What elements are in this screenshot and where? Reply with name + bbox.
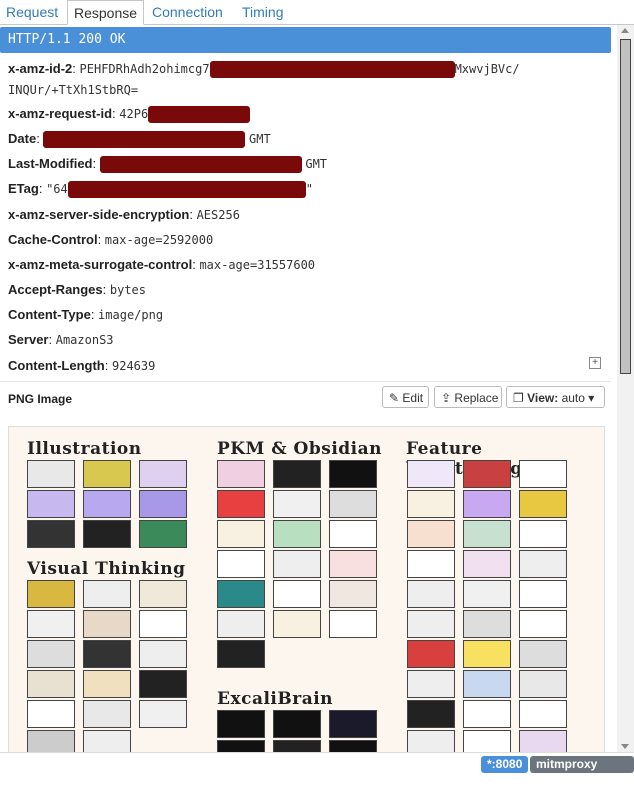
header-key: Last-Modified — [8, 156, 93, 171]
header-key: x-amz-id-2 — [8, 61, 73, 76]
view-mode-dropdown[interactable]: ❐ View: auto ▾ — [506, 386, 605, 408]
image-col1-title: Illustration — [27, 439, 142, 459]
caret-down-icon: ▾ — [588, 391, 595, 405]
response-panel: HTTP/1.1 200 OK x-amz-id-2: PEHFDRhAdh2o… — [0, 25, 617, 752]
header-row: Cache-Control: max-age=2592000 — [8, 232, 214, 247]
header-value: image/png — [98, 308, 164, 322]
header-value: AmazonS3 — [55, 333, 114, 347]
header-value: PEHFDRhAdh2ohimcg7 — [79, 62, 210, 76]
redaction — [209, 61, 455, 79]
replace-button[interactable]: ⇪ Replace — [434, 386, 502, 408]
header-value-suffix: " — [305, 182, 313, 196]
replace-label: Replace — [454, 391, 499, 405]
scroll-up-icon[interactable] — [621, 28, 629, 33]
redaction — [67, 181, 306, 199]
header-key: Content-Length — [8, 358, 105, 373]
header-value: bytes — [109, 283, 146, 297]
header-key: Date — [8, 131, 37, 146]
header-row: Accept-Ranges: bytes — [8, 282, 146, 297]
tab-request[interactable]: Request — [0, 0, 64, 23]
image-col2-title: PKM & Obsidian — [217, 439, 383, 459]
header-row: Date: GMT — [8, 130, 271, 149]
edit-label: Edit — [402, 391, 424, 405]
header-key: Server — [8, 332, 49, 347]
edit-button[interactable]: ✎ Edit — [382, 386, 429, 408]
header-row: Content-Length: 924639 — [8, 358, 156, 373]
edit-icon: ✎ — [389, 391, 400, 405]
header-key: ETag — [8, 181, 39, 196]
header-value-tail: MxwvjBVc/ — [454, 62, 520, 76]
header-row-continuation: INQUr/+TtXh1StbRQ= — [8, 81, 138, 99]
redaction — [99, 156, 302, 174]
scrollbar-thumb[interactable] — [620, 39, 631, 374]
header-value-suffix: GMT — [305, 157, 328, 171]
image-col1-title2: Visual Thinking — [27, 559, 186, 579]
header-key: x-amz-server-side-encryption — [8, 207, 190, 222]
header-row: Last-Modified: GMT — [8, 155, 328, 174]
tab-response[interactable]: Response — [67, 0, 145, 25]
header-value: max-age=2592000 — [104, 233, 214, 247]
header-key: Content-Type — [8, 307, 91, 322]
version-badge: mitmproxy 10.2.4 — [530, 756, 634, 788]
copy-icon: ❐ — [513, 391, 524, 405]
header-value-suffix: GMT — [249, 132, 271, 146]
header-key: Accept-Ranges — [8, 282, 103, 297]
header-row: x-amz-server-side-encryption: AES256 — [8, 207, 240, 222]
png-preview-image: Illustration PKM & Obsidian Feature Walk… — [8, 426, 605, 752]
status-line: HTTP/1.1 200 OK — [0, 27, 611, 53]
header-row: ETag: "64 " — [8, 180, 313, 199]
scroll-down-icon[interactable] — [621, 744, 629, 749]
header-key: x-amz-request-id — [8, 106, 113, 121]
header-row: Content-Type: image/png — [8, 307, 164, 322]
divider — [0, 381, 611, 382]
header-value: 42P6 — [119, 107, 149, 121]
header-key: Cache-Control — [8, 232, 98, 247]
header-row: Server: AmazonS3 — [8, 332, 114, 347]
header-value: 924639 — [112, 359, 156, 373]
body-content-type-label: PNG Image — [8, 392, 73, 406]
redaction — [148, 106, 251, 124]
tab-connection[interactable]: Connection — [146, 0, 229, 23]
header-key: x-amz-meta-surrogate-control — [8, 257, 193, 272]
header-value: "64 — [46, 182, 68, 196]
header-row: x-amz-id-2: PEHFDRhAdh2ohimcg7 MxwvjBVc/ — [8, 60, 520, 79]
header-row: x-amz-meta-surrogate-control: max-age=31… — [8, 257, 316, 272]
detail-tabs: Request Response Connection Timing — [0, 0, 634, 25]
tab-timing[interactable]: Timing — [236, 0, 290, 23]
header-value-line2: INQUr/+TtXh1StbRQ= — [8, 83, 139, 97]
header-value: max-age=31557600 — [199, 258, 316, 272]
listen-port-badge: *:8080 — [481, 756, 529, 773]
expand-icon[interactable]: + — [589, 357, 601, 369]
view-prefix: View: — [527, 391, 559, 405]
redaction — [43, 131, 246, 149]
vertical-scrollbar[interactable] — [617, 25, 634, 752]
status-bar: *:8080 mitmproxy 10.2.4 — [0, 752, 634, 788]
upload-icon: ⇪ — [441, 391, 452, 405]
image-col2-title2: ExcaliBrain — [217, 689, 334, 709]
header-row: x-amz-request-id: 42P6 — [8, 105, 251, 124]
header-value: AES256 — [196, 208, 240, 222]
view-value: auto — [561, 391, 585, 405]
